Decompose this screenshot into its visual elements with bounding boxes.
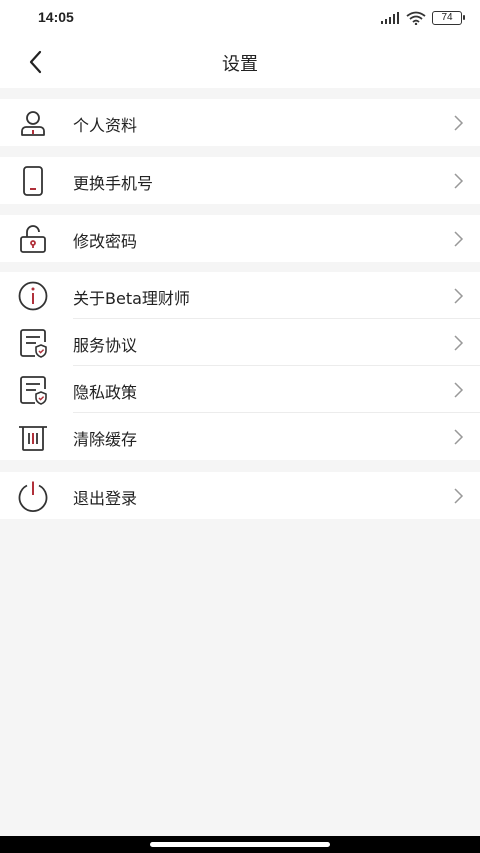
settings-item-label: 退出登录 [73, 489, 138, 508]
chevron-right-icon [454, 429, 464, 445]
document-shield-icon [20, 376, 47, 405]
document-shield-icon [20, 329, 47, 358]
chevron-right-icon [454, 382, 464, 398]
trash-icon [19, 426, 47, 451]
status-icons: 74 [380, 10, 465, 26]
settings-item-service-agreement[interactable]: 服务协议 [0, 319, 480, 366]
wifi-icon [406, 11, 426, 25]
phone-icon [23, 166, 43, 196]
status-time: 14:05 [38, 9, 74, 25]
chevron-right-icon [454, 288, 464, 304]
battery-level: 74 [441, 12, 453, 23]
settings-item-label: 关于Beta理财师 [73, 289, 190, 308]
chevron-right-icon [454, 115, 464, 131]
chevron-right-icon [454, 231, 464, 247]
page-title: 设置 [222, 54, 258, 75]
settings-item-label: 修改密码 [73, 232, 138, 251]
settings-group-logout: 退出登录 [0, 472, 480, 519]
settings-group-account: 个人资料 [0, 99, 480, 146]
status-bar: 14:05 74 [0, 0, 480, 36]
chevron-right-icon [454, 335, 464, 351]
settings-item-label: 个人资料 [73, 116, 138, 135]
power-icon [18, 481, 48, 512]
info-icon [18, 281, 48, 311]
settings-item-label: 服务协议 [73, 336, 138, 355]
settings-item-change-password[interactable]: 修改密码 [0, 215, 480, 262]
settings-item-profile[interactable]: 个人资料 [0, 99, 480, 146]
settings-group-phone: 更换手机号 [0, 157, 480, 204]
lock-icon [20, 225, 46, 253]
home-indicator[interactable] [150, 842, 330, 847]
settings-group-general: 关于Beta理财师 服务协议 隐私政策 清除缓存 [0, 272, 480, 460]
settings-item-label: 更换手机号 [73, 174, 154, 193]
chevron-right-icon [454, 173, 464, 189]
home-indicator-bar [0, 836, 480, 853]
profile-icon [21, 111, 45, 136]
settings-item-about[interactable]: 关于Beta理财师 [0, 272, 480, 319]
signal-icon [381, 12, 399, 24]
settings-item-privacy-policy[interactable]: 隐私政策 [0, 366, 480, 413]
chevron-right-icon [454, 488, 464, 504]
settings-item-clear-cache[interactable]: 清除缓存 [0, 413, 480, 460]
settings-item-label: 隐私政策 [73, 383, 138, 402]
battery-icon: 74 [432, 11, 465, 25]
settings-item-change-phone[interactable]: 更换手机号 [0, 157, 480, 204]
settings-item-label: 清除缓存 [73, 430, 138, 449]
settings-item-logout[interactable]: 退出登录 [0, 472, 480, 519]
nav-bar: 设置 [0, 36, 480, 88]
settings-group-password: 修改密码 [0, 215, 480, 262]
